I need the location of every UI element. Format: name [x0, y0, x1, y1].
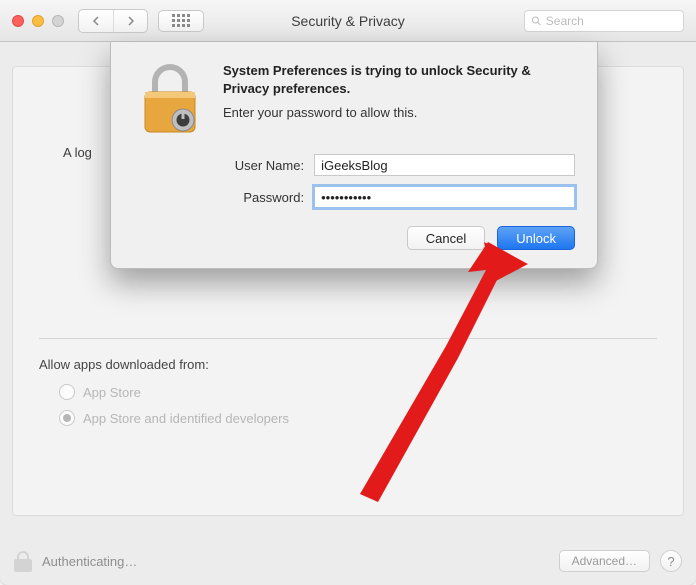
padlock-icon	[133, 62, 207, 136]
radio-label: App Store	[83, 385, 141, 400]
radio-app-store: App Store	[59, 384, 657, 400]
unlock-button[interactable]: Unlock	[497, 226, 575, 250]
radio-icon	[59, 410, 75, 426]
radio-label: App Store and identified developers	[83, 411, 289, 426]
nav-buttons	[78, 9, 148, 33]
allow-apps-radio-group: App Store App Store and identified devel…	[59, 384, 657, 426]
zoom-window-icon	[52, 15, 64, 27]
footer: Authenticating… Advanced… ?	[0, 537, 696, 585]
radio-icon	[59, 384, 75, 400]
allow-apps-label: Allow apps downloaded from:	[39, 357, 657, 372]
password-input[interactable]	[314, 186, 575, 208]
divider	[39, 338, 657, 339]
back-button[interactable]	[79, 10, 113, 32]
search-input[interactable]	[546, 14, 677, 28]
minimize-window-icon[interactable]	[32, 15, 44, 27]
username-input[interactable]	[314, 154, 575, 176]
close-window-icon[interactable]	[12, 15, 24, 27]
help-button[interactable]: ?	[660, 550, 682, 572]
traffic-lights	[12, 15, 64, 27]
advanced-button[interactable]: Advanced…	[559, 550, 650, 572]
footer-right: Advanced… ?	[559, 550, 682, 572]
lock-icon[interactable]	[14, 550, 32, 572]
show-all-button[interactable]	[158, 10, 204, 32]
username-label: User Name:	[133, 158, 314, 173]
auth-dialog: System Preferences is trying to unlock S…	[110, 42, 598, 269]
radio-app-store-identified: App Store and identified developers	[59, 410, 657, 426]
grid-icon	[172, 14, 190, 27]
password-label: Password:	[133, 190, 314, 205]
dialog-heading: System Preferences is trying to unlock S…	[223, 62, 575, 97]
cancel-button[interactable]: Cancel	[407, 226, 485, 250]
preferences-window: Security & Privacy A log Allow apps down…	[0, 0, 696, 585]
search-field-container[interactable]	[524, 10, 684, 32]
titlebar: Security & Privacy	[0, 0, 696, 42]
search-icon	[531, 15, 542, 27]
dialog-subtext: Enter your password to allow this.	[223, 105, 575, 120]
lock-status-text: Authenticating…	[42, 554, 137, 569]
forward-button[interactable]	[113, 10, 147, 32]
